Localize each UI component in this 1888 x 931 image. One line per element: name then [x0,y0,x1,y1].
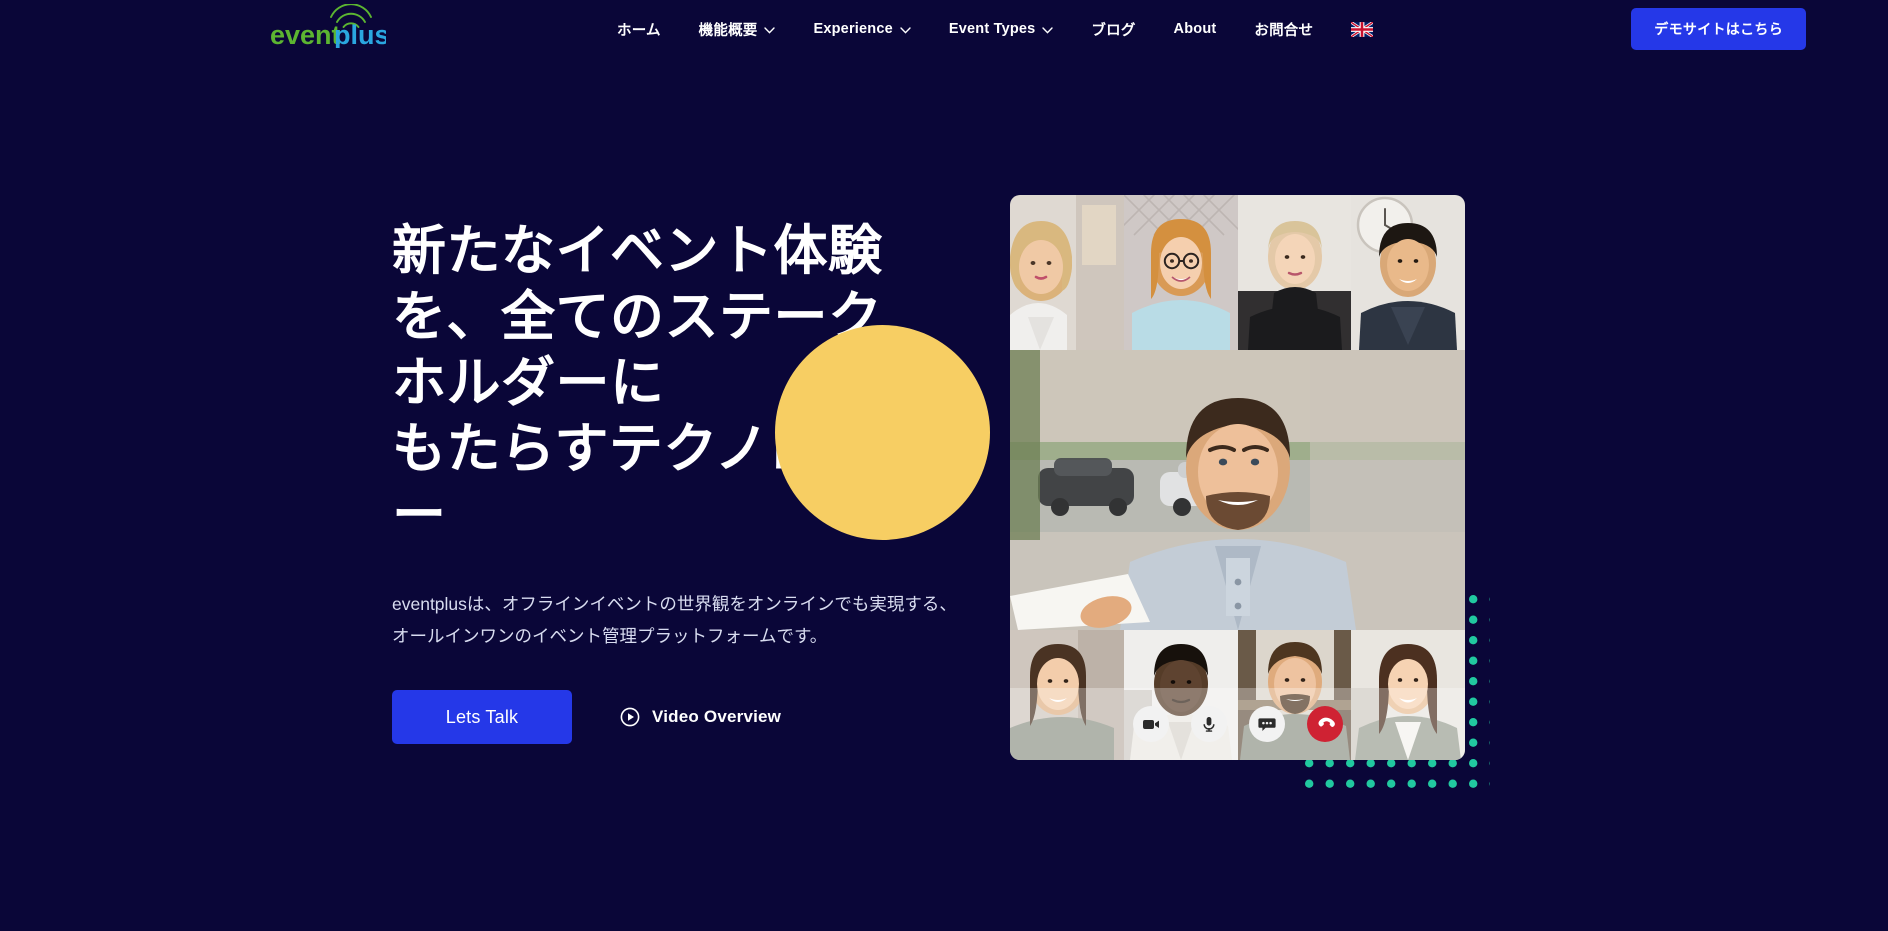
svg-text:event: event [270,20,341,48]
call-controls-bar [1010,688,1465,760]
microphone-icon [1202,717,1215,732]
nav-item-label: ホーム [617,22,661,39]
site-header: event plus ホーム 機能概要 Experience Event Typ… [0,0,1888,58]
demo-site-button[interactable]: デモサイトはこちら [1631,8,1806,50]
video-overview-label: Video Overview [652,707,782,726]
main-navigation: ホーム 機能概要 Experience Event Types ブログ Abou… [598,0,1392,58]
participant-row-top [1010,195,1465,350]
hero-visual [775,195,1490,800]
nav-item-about[interactable]: About [1155,21,1236,37]
end-call-button[interactable] [1306,706,1343,742]
video-call-card [1010,195,1465,760]
yellow-circle-decoration [775,325,990,540]
active-speaker-tile[interactable] [1010,350,1465,630]
chat-bubble-icon [1257,718,1276,731]
nav-item-contact[interactable]: お問合せ [1235,19,1332,40]
video-overview-link[interactable]: Video Overview [620,707,781,727]
nav-item-features[interactable]: 機能概要 [680,19,795,40]
camera-toggle-button[interactable] [1132,706,1169,742]
hero-actions: Lets Talk Video Overview [392,690,972,744]
svg-text:plus: plus [334,20,386,48]
nav-item-event-types[interactable]: Event Types [930,21,1073,37]
lets-talk-button[interactable]: Lets Talk [392,690,572,744]
nav-item-experience[interactable]: Experience [794,21,929,37]
nav-item-label: Event Types [948,21,1036,37]
participant-tile[interactable] [1010,195,1124,350]
nav-item-label: Experience [813,21,893,37]
nav-item-label: お問合せ [1254,22,1314,39]
participant-tile[interactable] [1123,195,1238,350]
nav-item-label: ブログ [1091,22,1136,39]
chevron-down-icon [1042,26,1054,34]
nav-item-label: About [1173,21,1217,37]
united-kingdom-flag-icon [1351,21,1374,37]
chevron-down-icon [900,26,911,34]
play-circle-icon [620,707,640,727]
chevron-down-icon [764,26,776,34]
video-camera-icon [1142,720,1159,729]
microphone-toggle-button[interactable] [1190,706,1227,742]
nav-item-home[interactable]: ホーム [598,19,680,40]
eventplus-logo[interactable]: event plus [268,4,386,48]
nav-item-label: 機能概要 [698,22,758,39]
phone-hangup-icon [1318,717,1335,727]
participant-tile[interactable] [1351,195,1465,350]
nav-item-blog[interactable]: ブログ [1072,19,1154,40]
participant-tile[interactable] [1237,195,1352,350]
language-switcher[interactable] [1332,21,1392,37]
hero-subtitle: eventplusは、オフラインイベントの世界観をオンラインでも実現する、オール… [392,594,957,646]
chat-button[interactable] [1248,706,1285,742]
